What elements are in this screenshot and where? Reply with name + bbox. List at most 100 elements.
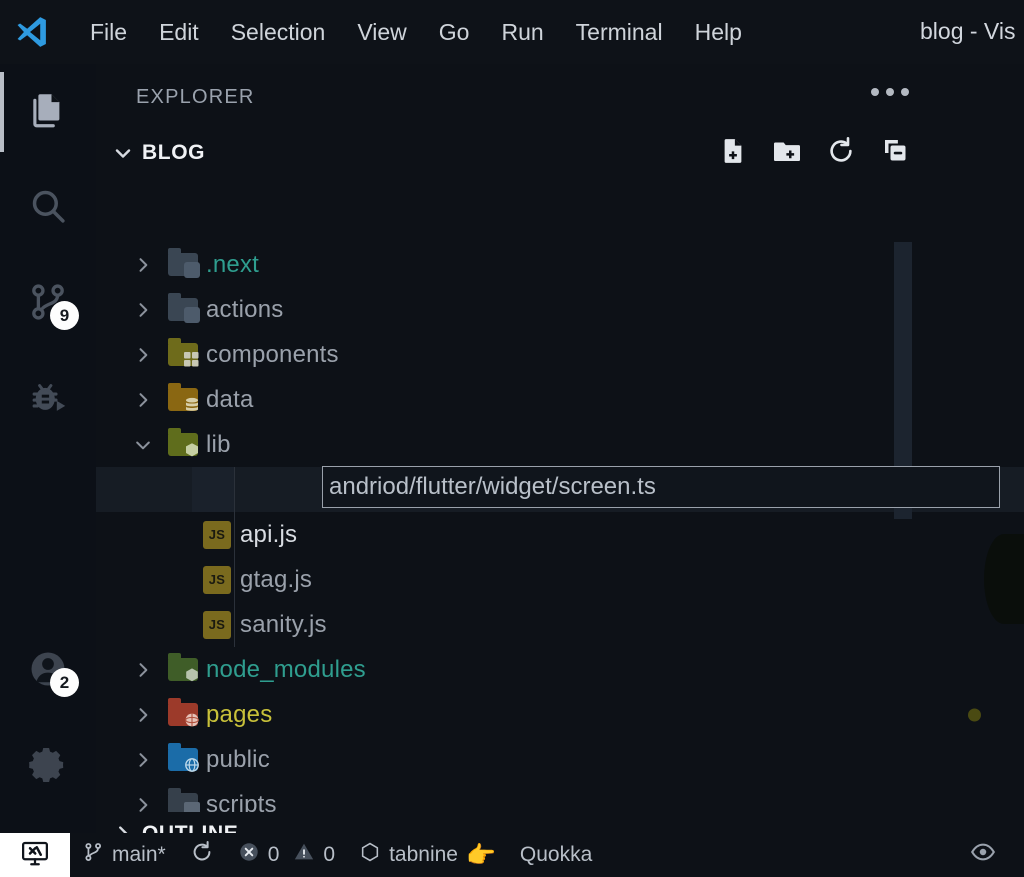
rename-input[interactable] bbox=[329, 473, 993, 501]
files-icon bbox=[27, 89, 69, 136]
folder-section-label: BLOG bbox=[142, 141, 206, 164]
menu-run[interactable]: Run bbox=[485, 13, 559, 51]
tree-row-scripts[interactable]: scripts bbox=[96, 782, 1024, 812]
activity-item-more-views[interactable] bbox=[0, 448, 96, 544]
decorative-shadow bbox=[984, 534, 1024, 624]
tree-row-label: gtag.js bbox=[240, 565, 313, 593]
explorer-title: EXPLORER bbox=[136, 85, 255, 108]
folder-icon bbox=[160, 338, 206, 367]
explorer-header-actions bbox=[871, 88, 909, 96]
tree-row-public[interactable]: public bbox=[96, 737, 1024, 782]
indent-guide bbox=[234, 602, 235, 647]
chevron-right-icon bbox=[126, 795, 160, 813]
chevron-right-icon bbox=[126, 345, 160, 365]
chevron-right-icon bbox=[126, 750, 160, 770]
menu-edit[interactable]: Edit bbox=[143, 13, 215, 51]
tree-row-node-modules[interactable]: node_modules bbox=[96, 647, 1024, 692]
status-bar: main* 0 0 tabnine 👉 Quokka bbox=[0, 833, 1024, 877]
status-problems[interactable]: 0 0 bbox=[226, 833, 347, 877]
vscode-window: File Edit Selection View Go Run Terminal… bbox=[0, 0, 1024, 877]
tree-row-next[interactable]: .next bbox=[96, 242, 1024, 287]
status-tabnine[interactable]: tabnine 👉 bbox=[347, 833, 508, 877]
folder-open-icon bbox=[160, 428, 206, 457]
tree-row-label: api.js bbox=[240, 520, 298, 548]
file-tree: .next actions components data lib JS api… bbox=[96, 242, 1024, 812]
source-control-badge: 9 bbox=[50, 301, 79, 330]
tree-row-pages[interactable]: pages bbox=[96, 692, 1024, 737]
vscode-logo-icon bbox=[10, 15, 54, 49]
search-icon bbox=[27, 185, 69, 232]
accounts-badge: 2 bbox=[50, 668, 79, 697]
tree-row-lib[interactable]: lib bbox=[96, 422, 1024, 467]
status-quokka[interactable]: Quokka bbox=[508, 833, 604, 877]
folder-icon bbox=[160, 383, 206, 411]
collapse-all-icon[interactable] bbox=[880, 136, 910, 166]
tree-row-label: components bbox=[206, 340, 339, 368]
tree-row-components[interactable]: components bbox=[96, 332, 1024, 377]
refresh-icon[interactable] bbox=[826, 136, 856, 166]
tree-row-label: .next bbox=[206, 250, 260, 278]
tree-row-label: node_modules bbox=[206, 655, 366, 683]
tree-row-actions[interactable]: actions bbox=[96, 287, 1024, 332]
tree-row-label: pages bbox=[206, 700, 273, 728]
activity-item-source-control[interactable]: 9 bbox=[0, 256, 96, 352]
menu-file[interactable]: File bbox=[74, 13, 143, 51]
source-control-icon bbox=[82, 841, 104, 869]
status-bar-right bbox=[958, 833, 1024, 877]
eye-icon bbox=[970, 839, 996, 871]
tree-row-label: actions bbox=[206, 295, 284, 323]
row-selection-bar bbox=[192, 467, 234, 512]
tree-row-label: public bbox=[206, 745, 270, 773]
new-file-icon[interactable] bbox=[718, 136, 748, 166]
activity-item-run-and-debug[interactable] bbox=[0, 352, 96, 448]
folder-icon bbox=[160, 293, 206, 323]
status-tabnine-label: tabnine bbox=[389, 843, 458, 866]
menu-terminal[interactable]: Terminal bbox=[560, 13, 679, 51]
explorer-sidebar: EXPLORER BLOG .next actions components d… bbox=[96, 64, 1024, 877]
hexagon-icon bbox=[359, 841, 381, 869]
activity-item-search[interactable] bbox=[0, 160, 96, 256]
gear-icon bbox=[26, 743, 70, 792]
menu-help[interactable]: Help bbox=[679, 13, 758, 51]
status-sync[interactable] bbox=[178, 833, 226, 877]
chevron-down-icon bbox=[108, 141, 138, 165]
chevron-right-icon bbox=[126, 705, 160, 725]
status-warning-count: 0 bbox=[323, 843, 336, 866]
indent-guide bbox=[234, 557, 235, 602]
new-folder-icon[interactable] bbox=[772, 136, 802, 166]
menu-bar: File Edit Selection View Go Run Terminal… bbox=[74, 13, 758, 51]
window-title: blog - Vis bbox=[920, 18, 1016, 44]
tree-row-label: scripts bbox=[206, 790, 277, 813]
chevron-right-icon bbox=[126, 255, 160, 275]
explorer-section-tools bbox=[718, 136, 910, 166]
remote-window-icon bbox=[20, 838, 50, 873]
indent-guide bbox=[234, 512, 235, 557]
status-branch-label: main* bbox=[112, 843, 166, 866]
activity-item-explorer[interactable] bbox=[0, 64, 96, 160]
menu-view[interactable]: View bbox=[341, 13, 422, 51]
warning-icon bbox=[293, 841, 315, 869]
tree-row-api-js[interactable]: JS api.js bbox=[96, 512, 1024, 557]
menu-go[interactable]: Go bbox=[423, 13, 486, 51]
folder-section-blog[interactable]: BLOG bbox=[96, 130, 1024, 176]
tree-row-label: sanity.js bbox=[240, 610, 327, 638]
chevron-down-icon bbox=[126, 435, 160, 455]
menu-selection[interactable]: Selection bbox=[215, 13, 342, 51]
tree-row-gtag-js[interactable]: JS gtag.js bbox=[96, 557, 1024, 602]
error-icon bbox=[238, 841, 260, 869]
title-bar: File Edit Selection View Go Run Terminal… bbox=[0, 0, 1024, 64]
run-debug-icon bbox=[26, 376, 70, 425]
activity-item-settings[interactable] bbox=[0, 719, 96, 815]
status-eye-toggle[interactable] bbox=[958, 833, 1008, 877]
indent-guide bbox=[234, 467, 235, 512]
status-branch[interactable]: main* bbox=[70, 833, 178, 877]
tree-row-data[interactable]: data bbox=[96, 377, 1024, 422]
folder-icon bbox=[160, 743, 206, 772]
folder-icon bbox=[160, 653, 206, 682]
tree-row-sanity-js[interactable]: JS sanity.js bbox=[96, 602, 1024, 647]
rename-input-container bbox=[322, 466, 1000, 508]
remote-window-indicator[interactable] bbox=[0, 833, 70, 877]
js-badge-label: JS bbox=[203, 610, 231, 639]
activity-item-accounts[interactable]: 2 bbox=[0, 623, 96, 719]
explorer-more-actions-icon[interactable] bbox=[871, 88, 909, 96]
